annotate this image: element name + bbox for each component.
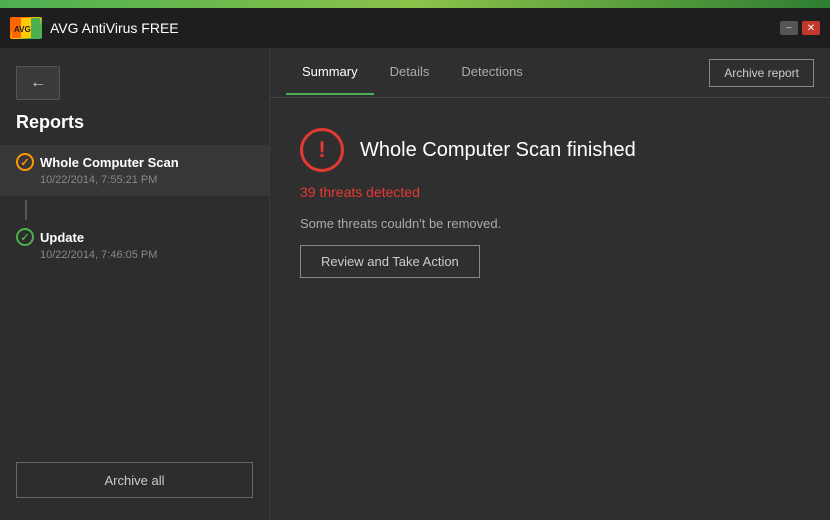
back-button[interactable]: ← [16, 66, 60, 100]
report-date-scan: 10/22/2014, 7:55:21 PM [16, 173, 253, 188]
tab-summary[interactable]: Summary [286, 50, 374, 95]
tab-details[interactable]: Details [374, 50, 446, 95]
report-divider [25, 200, 27, 220]
window-bar: AVG AVG AntiVirus FREE − ✕ [0, 8, 830, 48]
sidebar-bottom: Archive all [0, 450, 269, 510]
archive-report-button[interactable]: Archive report [709, 59, 814, 87]
status-icon-warning: ✓ [16, 153, 34, 171]
tab-detections[interactable]: Detections [445, 50, 538, 95]
warning-circle-icon: ! [300, 128, 344, 172]
threats-count: 39 threats detected [300, 184, 800, 200]
window-controls: − ✕ [780, 21, 820, 35]
title-bar-gradient [0, 0, 830, 8]
scan-title: Whole Computer Scan finished [360, 139, 636, 162]
archive-all-button[interactable]: Archive all [16, 462, 253, 498]
svg-text:AVG: AVG [14, 25, 31, 34]
report-name-scan: Whole Computer Scan [40, 155, 179, 170]
scan-result-header: ! Whole Computer Scan finished [300, 128, 800, 172]
close-button[interactable]: ✕ [802, 21, 820, 35]
sidebar: ← Reports ✓ Whole Computer Scan 10/22/20… [0, 48, 270, 520]
main-content: ← Reports ✓ Whole Computer Scan 10/22/20… [0, 48, 830, 520]
tabs-group: Summary Details Detections [286, 50, 709, 95]
app-title-area: AVG AVG AntiVirus FREE [10, 17, 179, 39]
review-and-take-action-button[interactable]: Review and Take Action [300, 245, 480, 278]
tabs-bar: Summary Details Detections Archive repor… [270, 48, 830, 98]
report-item-update[interactable]: ✓ Update 10/22/2014, 7:46:05 PM [0, 220, 269, 271]
avg-logo: AVG [10, 17, 42, 39]
report-date-update: 10/22/2014, 7:46:05 PM [16, 248, 253, 263]
minimize-button[interactable]: − [780, 21, 798, 35]
sidebar-title: Reports [0, 108, 269, 145]
app-name: AVG AntiVirus FREE [50, 20, 179, 36]
cant-remove-text: Some threats couldn't be removed. [300, 216, 800, 231]
right-panel: Summary Details Detections Archive repor… [270, 48, 830, 520]
report-item-whole-computer-scan[interactable]: ✓ Whole Computer Scan 10/22/2014, 7:55:2… [0, 145, 269, 196]
report-name-update: Update [40, 230, 84, 245]
status-icon-ok: ✓ [16, 228, 34, 246]
panel-body: ! Whole Computer Scan finished 39 threat… [270, 98, 830, 520]
